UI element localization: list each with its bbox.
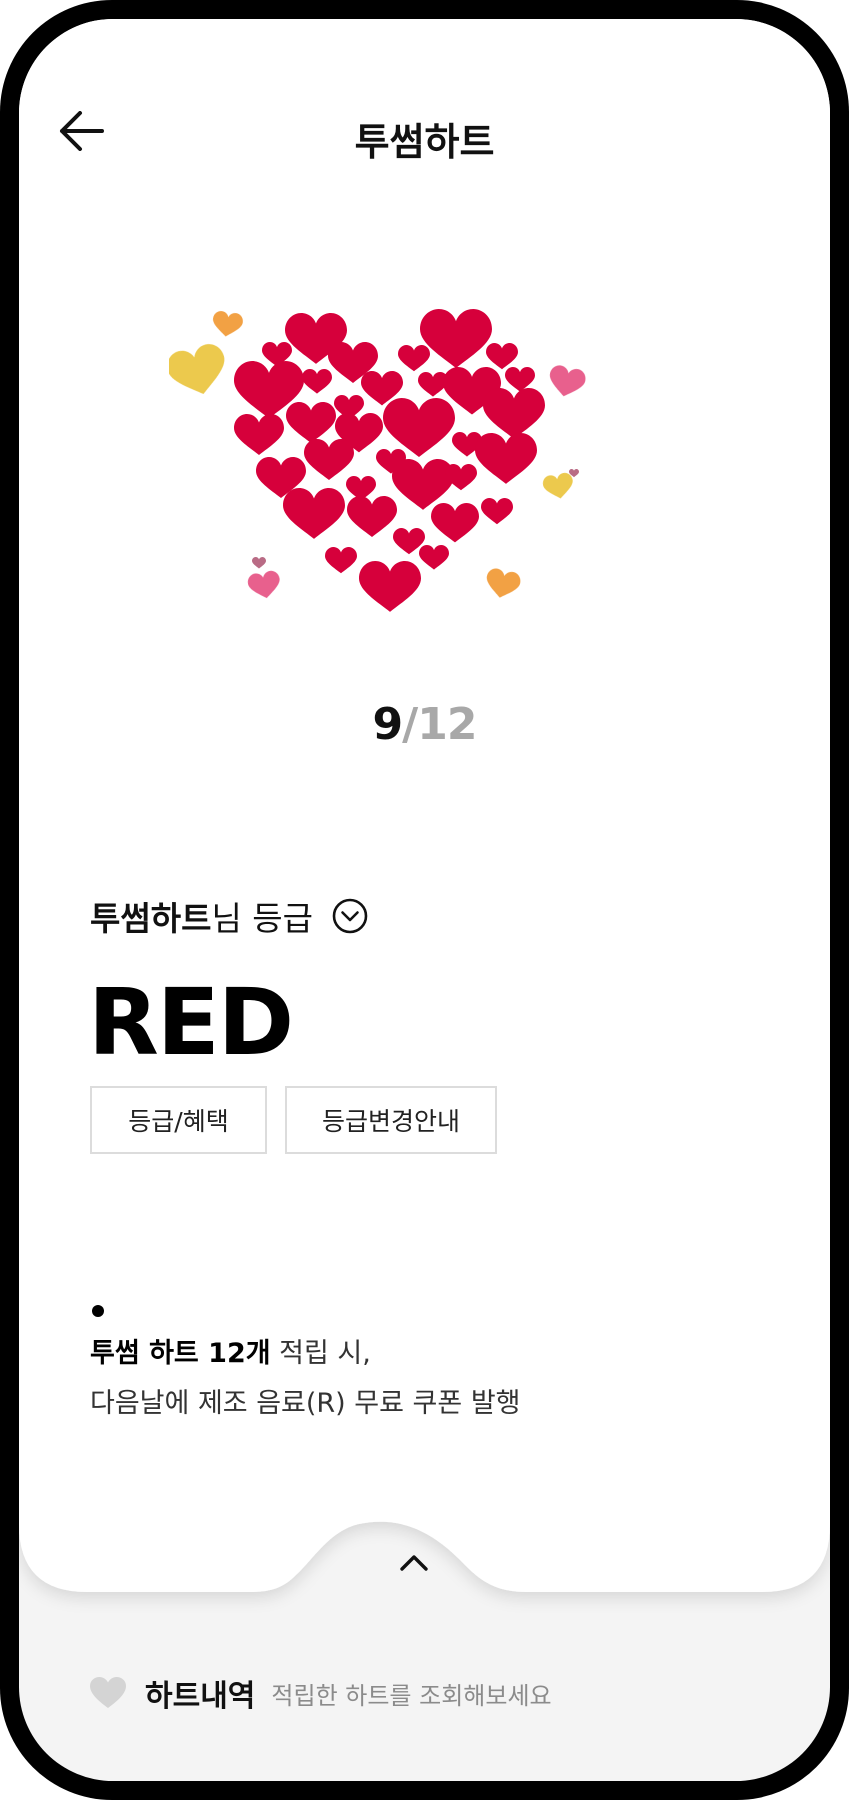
heart-shape (347, 496, 397, 537)
history-hint: 적립한 하트를 조회해보세요 (271, 1681, 552, 1710)
heart-shape (420, 309, 492, 369)
notice-line1-rest: 적립 시, (270, 1338, 371, 1369)
heart-shape (419, 545, 449, 570)
heart-shape (234, 414, 284, 455)
heart-icon (90, 1677, 126, 1708)
history-label: 하트내역 (145, 1679, 256, 1714)
grade-heading: 투썸하트 님 등급 (90, 892, 369, 940)
heart-progress: 9/12 (19, 699, 830, 750)
chevron-up-icon (400, 1555, 428, 1571)
heart-shape (549, 365, 586, 397)
heart-shape (505, 367, 535, 392)
heart-shape (483, 388, 545, 439)
heart-shape (398, 345, 430, 372)
notice-bold: 투썸 하트 12개 (90, 1338, 271, 1369)
reward-notice: 투썸 하트 12개 적립 시, 다음날에 제조 음료(R) 무료 쿠폰 발행 (90, 1329, 521, 1429)
bullet-dot (92, 1305, 104, 1317)
heart-shape (247, 570, 280, 599)
top-bar: 투썸하트 (19, 19, 830, 189)
heart-shape (169, 344, 225, 395)
heart-shape (542, 472, 573, 499)
heart-shape (431, 503, 479, 543)
page-title: 투썸하트 (354, 120, 495, 164)
phone-frame: 투썸하트 9/12 투썸하트 님 등급 RED 등급/혜택 등급변경안내 투썸 … (0, 0, 849, 1800)
heart-shape (213, 311, 243, 337)
heart-shape (302, 369, 332, 394)
heart-shape (475, 433, 537, 484)
heart-shape (486, 568, 521, 598)
heart-collection-illustration (169, 309, 586, 612)
heart-history-link[interactable]: 하트내역 적립한 하트를 조회해보세요 (89, 1671, 552, 1715)
grade-suffix: 님 등급 (211, 899, 314, 938)
grade-change-guide-button[interactable]: 등급변경안내 (285, 1086, 497, 1154)
heart-shape (486, 343, 518, 370)
notice-line2: 다음날에 제조 음료(R) 무료 쿠폰 발행 (90, 1388, 521, 1419)
heart-shape (283, 488, 345, 539)
progress-separator: / (402, 699, 418, 750)
chevron-circle-down-icon[interactable] (331, 897, 369, 935)
progress-current: 9 (372, 699, 404, 750)
heart-shape (392, 459, 454, 510)
nickname: 투썸하트 (90, 899, 212, 938)
expand-sheet-button[interactable] (394, 1547, 434, 1577)
heart-shape (359, 561, 421, 612)
heart-shape (252, 557, 266, 569)
app-screen: 투썸하트 9/12 투썸하트 님 등급 RED 등급/혜택 등급변경안내 투썸 … (19, 19, 830, 1781)
progress-total: 12 (417, 699, 477, 750)
grade-benefit-button[interactable]: 등급/혜택 (90, 1086, 267, 1154)
grade-name: RED (88, 969, 294, 1076)
heart-shape (383, 398, 455, 458)
heart-shape (286, 402, 336, 443)
heart-shape (481, 498, 513, 525)
heart-shape (325, 547, 357, 574)
heart-shape (304, 439, 354, 480)
